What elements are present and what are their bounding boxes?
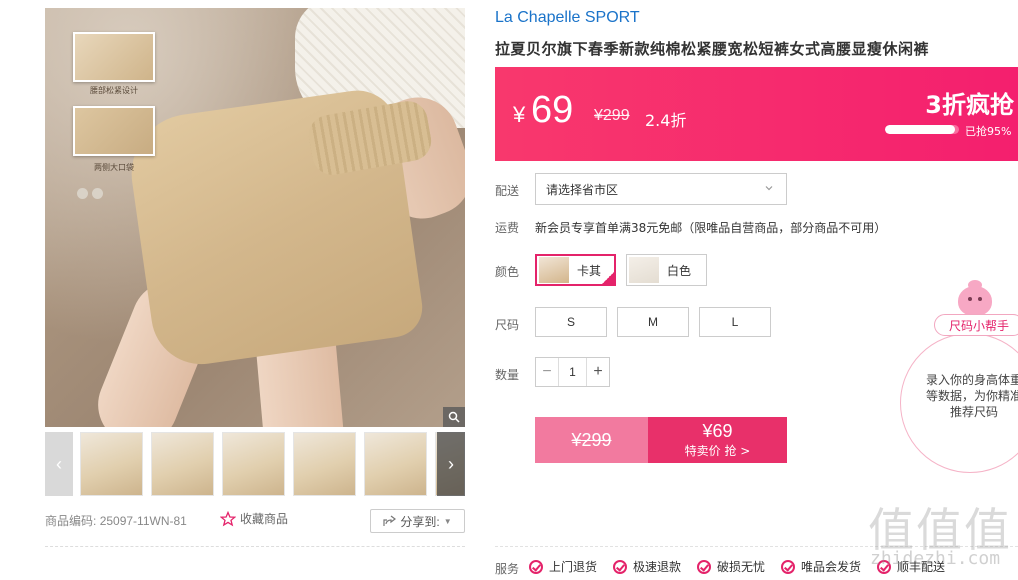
- size-helper-text: 录入你的身高体重等数据，为你精准推荐尺码: [926, 373, 1018, 419]
- service-item-label: 上门退货: [549, 560, 598, 574]
- sold-progress-fill: [885, 125, 956, 134]
- chevron-down-icon: [765, 186, 773, 191]
- caret-down-icon: ▼: [443, 516, 452, 526]
- services-label: 服务: [495, 562, 520, 576]
- chevron-left-icon: ‹: [56, 453, 62, 474]
- fee-text: 新会员专享首单满38元免邮（限唯品自营商品，部分商品不可用）: [535, 221, 887, 235]
- chevron-right-icon: ›: [448, 453, 454, 474]
- favorite-label: 收藏商品: [240, 512, 289, 526]
- sold-progress-bar: [885, 125, 959, 134]
- selected-check-icon: [601, 271, 615, 285]
- left-divider: [45, 546, 465, 547]
- price-currency: ¥: [513, 102, 526, 127]
- service-item-label: 极速退款: [633, 560, 682, 574]
- shipping-label: 配送: [495, 184, 520, 198]
- quantity-increase-button[interactable]: +: [587, 358, 609, 386]
- check-circle-icon: [781, 559, 795, 574]
- sold-percentage: 已抢95%: [965, 125, 1012, 138]
- region-select[interactable]: 请选择省市区: [535, 173, 787, 205]
- check-circle-icon: [613, 559, 627, 574]
- thumbnail-item[interactable]: [293, 432, 356, 496]
- color-label: 颜色: [495, 265, 520, 279]
- detail-card-waist: [73, 32, 155, 82]
- check-circle-icon: [529, 559, 543, 574]
- original-price: ¥299: [594, 107, 630, 124]
- product-code-value: 25097-11WN-81: [99, 514, 187, 528]
- product-code-label: 商品编码:: [45, 514, 97, 528]
- size-option-s[interactable]: S: [535, 307, 607, 337]
- main-product-photo[interactable]: 腰部松紧设计 两侧大口袋: [45, 8, 465, 427]
- buy-now-button[interactable]: ¥69 特卖价 抢 >: [648, 417, 787, 463]
- sale-price: 69: [531, 89, 574, 131]
- color-option-khaki[interactable]: 卡其: [535, 254, 616, 286]
- fee-label: 运费: [495, 221, 520, 235]
- service-item: 唯品会发货: [781, 558, 861, 575]
- zoom-icon[interactable]: [443, 407, 465, 427]
- buy-original-price: ¥299: [535, 417, 648, 463]
- color-option-white[interactable]: 白色: [626, 254, 707, 286]
- color-swatch-white: [629, 257, 659, 283]
- quantity-decrease-button[interactable]: −: [536, 358, 558, 386]
- detail-card-pocket: [73, 106, 155, 156]
- star-icon: [220, 510, 236, 526]
- service-item: 极速退款: [613, 558, 681, 575]
- share-label: 分享到:: [400, 514, 440, 529]
- service-item: 破损无忧: [697, 558, 765, 575]
- thumbnail-item[interactable]: [222, 432, 285, 496]
- price-banner: ¥ 69 ¥299 2.4折 3折疯抢 已抢95%: [495, 67, 1018, 161]
- brand-link[interactable]: La Chapelle SPORT: [495, 9, 640, 27]
- thumbnail-item[interactable]: [151, 432, 214, 496]
- thumbnail-strip: ‹ ›: [45, 432, 465, 496]
- detail-caption-pocket: 两侧大口袋: [94, 163, 134, 172]
- size-option-m[interactable]: M: [617, 307, 689, 337]
- product-code: 商品编码: 25097-11WN-81: [45, 512, 187, 529]
- color-swatch-khaki: [539, 257, 569, 283]
- service-item: 上门退货: [529, 558, 597, 575]
- buy-label: 特卖价 抢 >: [684, 444, 751, 458]
- size-label: 尺码: [495, 318, 520, 332]
- check-circle-icon: [697, 559, 711, 574]
- quantity-stepper: − 1 +: [535, 357, 610, 387]
- size-option-l[interactable]: L: [699, 307, 771, 337]
- size-helper-tag[interactable]: 尺码小帮手: [934, 314, 1018, 336]
- detail-caption-waist: 腰部松紧设计: [90, 86, 138, 95]
- mascot-icon: [958, 280, 992, 316]
- promo-title: 3折疯抢: [925, 91, 1014, 119]
- thumbnail-item[interactable]: [80, 432, 143, 496]
- product-title: 拉夏贝尔旗下春季新款纯棉松紧腰宽松短裤女式高腰显瘦休闲裤: [495, 40, 930, 58]
- color-option-label: 卡其: [577, 263, 602, 278]
- quantity-input[interactable]: 1: [558, 358, 587, 386]
- thumbnail-item[interactable]: [364, 432, 427, 496]
- photo-dots: [77, 188, 103, 199]
- watermark-url: zhidezhi.com: [870, 548, 1001, 569]
- color-option-label: 白色: [667, 263, 692, 278]
- service-item-label: 唯品会发货: [801, 560, 862, 574]
- buy-sale-price: ¥69: [702, 421, 733, 441]
- thumbnail-prev-button[interactable]: ‹: [45, 432, 73, 496]
- share-icon: [383, 515, 397, 526]
- share-dropdown[interactable]: 分享到: ▼: [370, 509, 465, 533]
- region-select-value: 请选择省市区: [546, 182, 619, 197]
- favorite-button[interactable]: 收藏商品: [220, 510, 288, 527]
- buy-button[interactable]: ¥299 ¥69 特卖价 抢 >: [535, 417, 787, 463]
- discount-rate: 2.4折: [645, 111, 687, 130]
- quantity-label: 数量: [495, 368, 520, 382]
- service-item-label: 破损无忧: [717, 560, 766, 574]
- thumbnail-next-button[interactable]: ›: [437, 432, 465, 496]
